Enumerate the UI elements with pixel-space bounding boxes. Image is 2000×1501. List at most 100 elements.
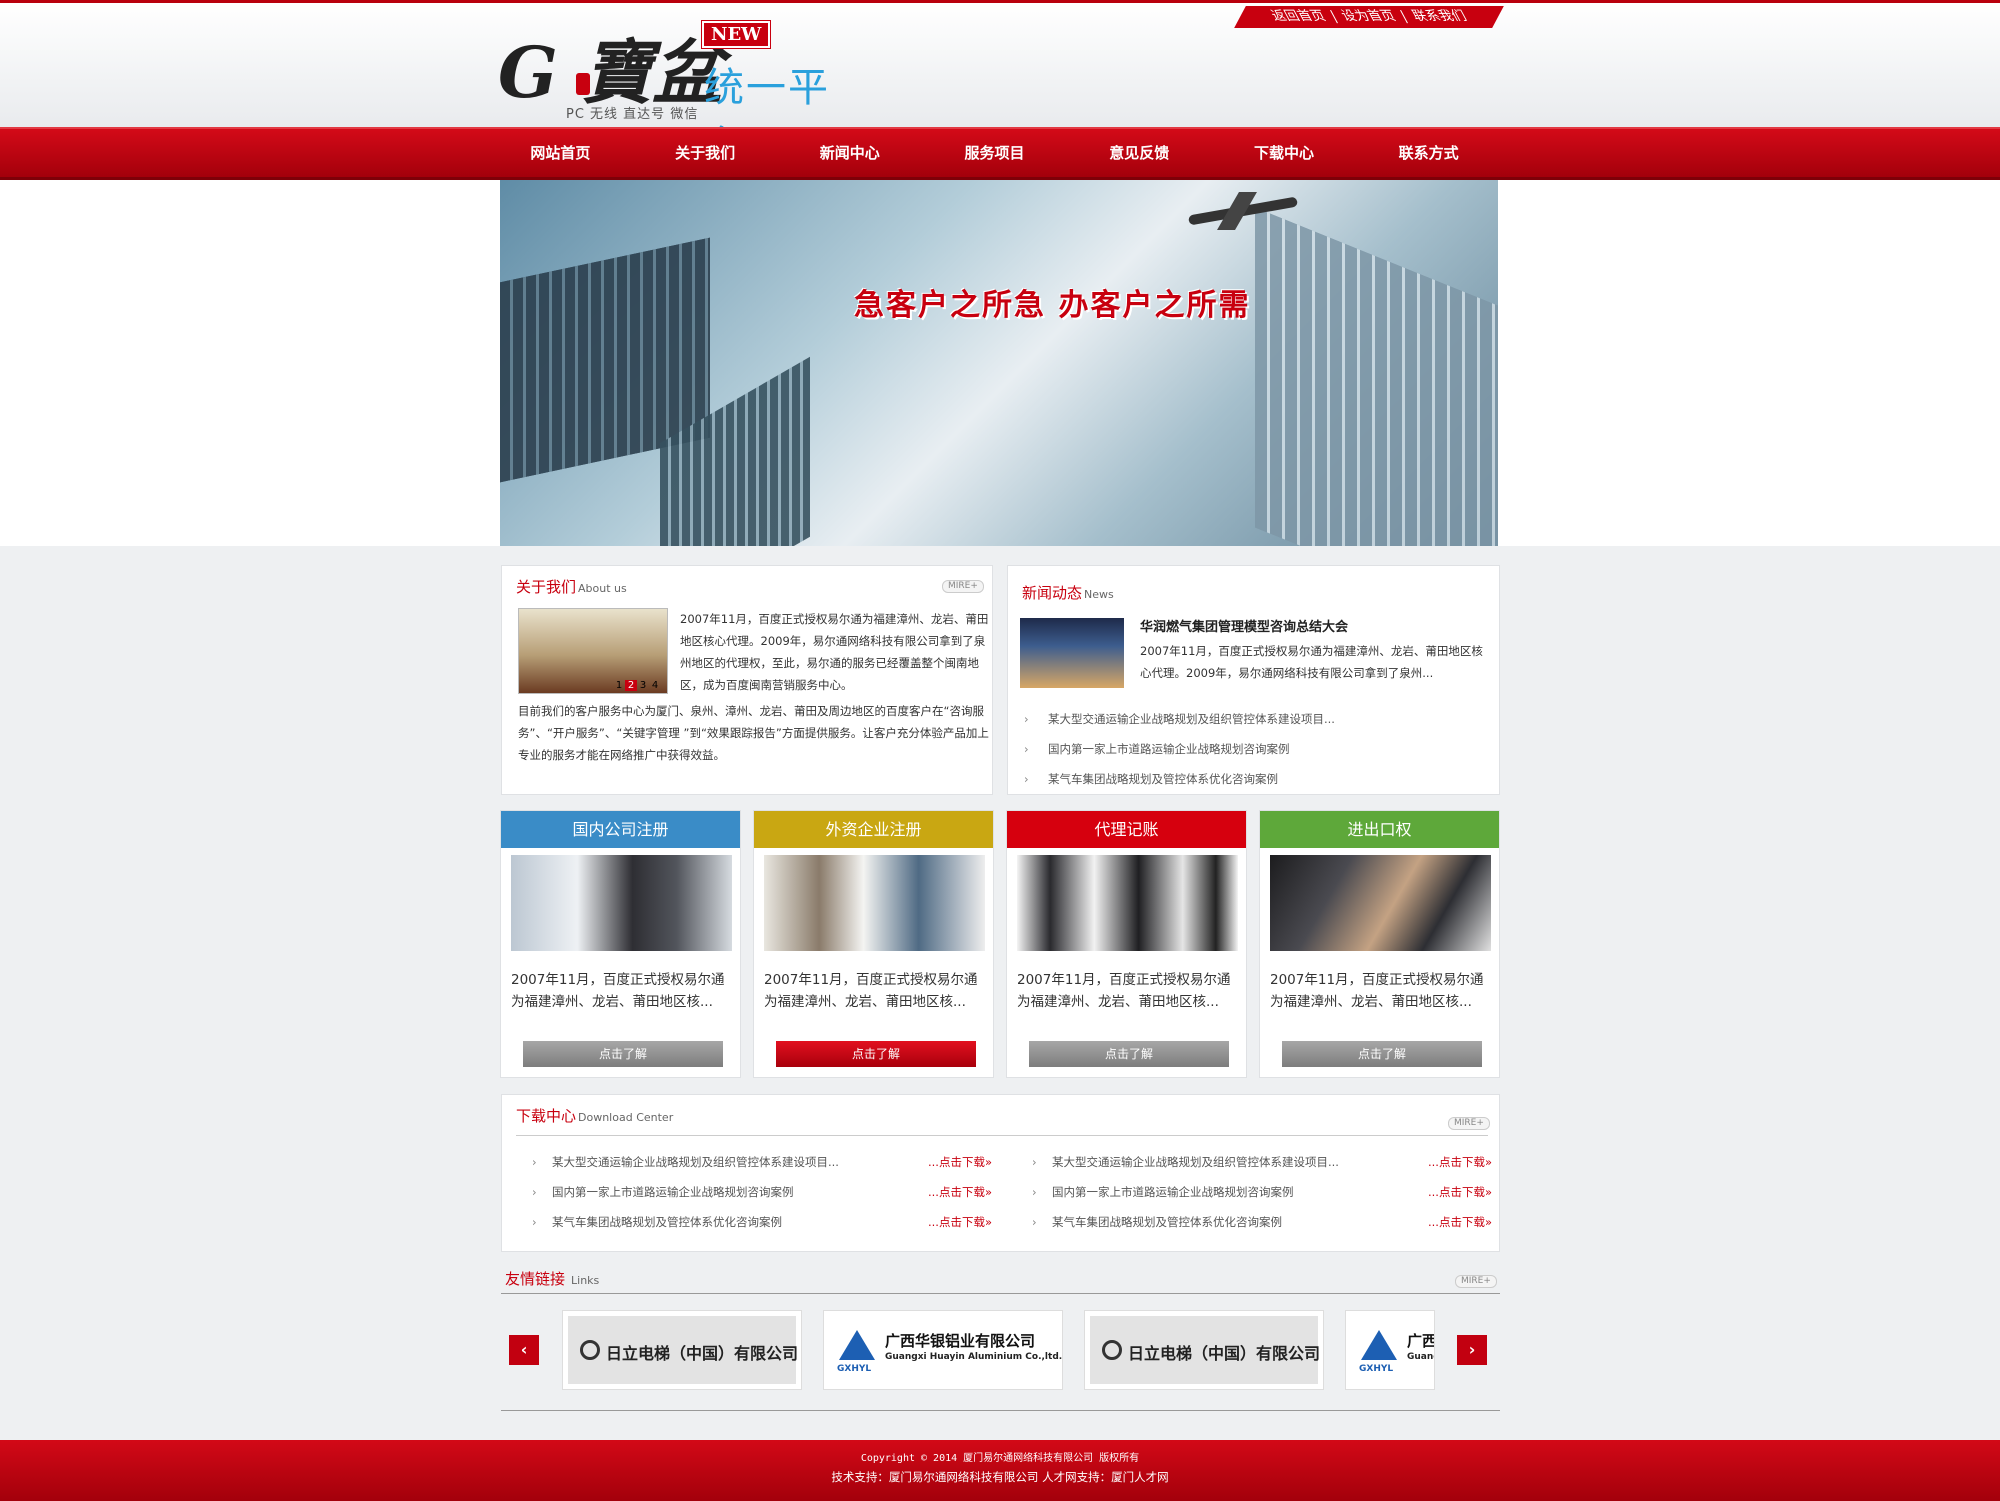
download-item[interactable]: 国内第一家上市道路运输企业战略规划咨询案例 ...点击下载» [532, 1177, 992, 1207]
download-list-right: 某大型交通运输企业战略规划及组织管控体系建设项目... ...点击下载» 国内第一… [1032, 1147, 1492, 1237]
nav-item-home[interactable]: 网站首页 [488, 129, 633, 177]
slider-page-3[interactable]: 3 [637, 680, 649, 691]
about-title-en: About us [578, 582, 627, 595]
links-more-button[interactable]: MIRE+ [1455, 1275, 1497, 1288]
main-nav: 网站首页 关于我们 新闻中心 服务项目 意见反馈 下载中心 联系方式 [0, 127, 2000, 180]
top-link-home[interactable]: 返回首页 [1267, 6, 1331, 28]
download-link[interactable]: ...点击下载» [1428, 1177, 1492, 1207]
logo-seal [576, 73, 590, 95]
news-title: 新闻动态 [1022, 584, 1083, 602]
header: 返回首页|设为首页|联系我们 G 寶盆 NEW 统一平台 PC 无线 直达号 微… [0, 0, 2000, 169]
slider-page-4[interactable]: 4 [649, 680, 661, 691]
download-item-title[interactable]: 某气车集团战略规划及管控体系优化咨询案例 [552, 1215, 782, 1229]
news-heading: 新闻动态 News [1022, 582, 1114, 603]
nav-item-services[interactable]: 服务项目 [922, 129, 1067, 177]
support-text: 技术支持：厦门易尔通网络科技有限公司 人才网支持：厦门人才网 [831, 1470, 1169, 1484]
news-title-en: News [1084, 588, 1114, 601]
logo-tagline: PC 无线 直达号 微信 [566, 107, 699, 122]
service-text: 2007年11月，百度正式授权易尔通为福建漳州、龙岩、莆田地区核... [1017, 972, 1231, 1010]
service-text: 2007年11月，百度正式授权易尔通为福建漳州、龙岩、莆田地区核... [511, 972, 725, 1010]
download-item-title[interactable]: 某大型交通运输企业战略规划及组织管控体系建设项目... [552, 1155, 839, 1169]
divider [516, 1135, 1488, 1136]
partner-logo-hitachi[interactable]: 日立电梯（中国）有限公司 [1084, 1310, 1324, 1390]
download-list-left: 某大型交通运输企业战略规划及组织管控体系建设项目... ...点击下载» 国内第一… [532, 1147, 992, 1237]
news-section: 新闻动态 News 华润燃气集团管理模型咨询总结大会 2007年11月，百度正式授… [1007, 565, 1500, 795]
download-heading: 下载中心 Download Center [516, 1105, 673, 1126]
learn-more-button[interactable]: 点击了解 [523, 1041, 723, 1067]
about-section: 关于我们 About us MIRE+ 1234 2007年11月，百度正式授权易… [501, 565, 993, 795]
news-list-item[interactable]: 国内第一家上市道路运输企业战略规划咨询案例 [1024, 734, 1484, 764]
top-link-contact[interactable]: 联系我们 [1408, 6, 1472, 28]
partner-logo-gxhyl[interactable]: GXHYL 广西华银铝业有限公司 Guangxi Huayin Aluminium … [823, 1310, 1063, 1390]
news-list-item[interactable]: 某气车集团战略规划及管控体系优化咨询案例 [1024, 764, 1484, 794]
download-item[interactable]: 某气车集团战略规划及管控体系优化咨询案例 ...点击下载» [1032, 1207, 1492, 1237]
about-heading: 关于我们 About us [516, 576, 627, 597]
download-link[interactable]: ...点击下载» [928, 1177, 992, 1207]
service-title[interactable]: 进出口权 [1260, 811, 1499, 848]
nav-item-contact[interactable]: 联系方式 [1356, 129, 1501, 177]
slider-pagination: 1234 [613, 680, 661, 691]
download-item-title[interactable]: 国内第一家上市道路运输企业战略规划咨询案例 [1052, 1185, 1294, 1199]
prev-arrow-button[interactable]: ‹ [509, 1335, 539, 1365]
partner-name: 广西 [1407, 1332, 1435, 1350]
slider-page-2[interactable]: 2 [625, 680, 637, 691]
download-link[interactable]: ...点击下载» [928, 1207, 992, 1237]
about-text-more: 目前我们的客户服务中心为厦门、泉州、漳州、龙岩、莆田及周边地区的百度客户在“咨询… [518, 704, 989, 762]
divider [501, 1293, 1500, 1294]
news-list-item[interactable]: 某大型交通运输企业战略规划及组织管控体系建设项目... [1024, 704, 1484, 734]
site-logo[interactable]: G 寶盆 NEW 统一平台 PC 无线 直达号 微信 [496, 17, 856, 169]
building-right [1255, 207, 1498, 546]
nav-item-feedback[interactable]: 意见反馈 [1067, 129, 1212, 177]
learn-more-button[interactable]: 点击了解 [776, 1041, 976, 1067]
news-headline[interactable]: 华润燃气集团管理模型咨询总结大会 [1140, 616, 1348, 635]
links-title: 友情链接 [505, 1270, 566, 1288]
download-link[interactable]: ...点击下载» [1428, 1147, 1492, 1177]
learn-more-button[interactable]: 点击了解 [1029, 1041, 1229, 1067]
about-text: 2007年11月，百度正式授权易尔通为福建漳州、龙岩、莆田地区核心代理。2009… [680, 612, 989, 692]
nav-item-about[interactable]: 关于我们 [633, 129, 778, 177]
download-more-button[interactable]: MIRE+ [1448, 1117, 1490, 1130]
download-item[interactable]: 某大型交通运输企业战略规划及组织管控体系建设项目... ...点击下载» [1032, 1147, 1492, 1177]
links-heading: 友情链接 Links [505, 1268, 599, 1289]
nav-item-news[interactable]: 新闻中心 [777, 129, 922, 177]
download-item[interactable]: 某气车集团战略规划及管控体系优化咨询案例 ...点击下载» [532, 1207, 992, 1237]
download-item-title[interactable]: 某大型交通运输企业战略规划及组织管控体系建设项目... [1052, 1155, 1339, 1169]
service-title[interactable]: 外资企业注册 [754, 811, 993, 848]
download-section: 下载中心Download Center MIRE+ 某大型交通运输企业战略规划及… [501, 1094, 1500, 1252]
download-item-title[interactable]: 国内第一家上市道路运输企业战略规划咨询案例 [552, 1185, 794, 1199]
airplane-image [1187, 190, 1308, 230]
top-link-set-home[interactable]: 设为首页 [1337, 6, 1401, 28]
partner-name: 日立电梯（中国）有限公司 [606, 1344, 799, 1363]
top-links: 返回首页|设为首页|联系我们 [1234, 6, 1504, 28]
download-link[interactable]: ...点击下载» [1428, 1207, 1492, 1237]
service-card-bookkeeping: 代理记账 2007年11月，百度正式授权易尔通为福建漳州、龙岩、莆田地区核...… [1006, 810, 1247, 1078]
hitachi-logo-icon [1102, 1340, 1122, 1360]
service-text: 2007年11月，百度正式授权易尔通为福建漳州、龙岩、莆田地区核... [1270, 972, 1484, 1010]
service-image [1017, 855, 1238, 951]
next-arrow-button[interactable]: › [1457, 1335, 1487, 1365]
partner-mark: GXHYL [837, 1364, 872, 1374]
banner: 急客户之所急 办客户之所需 [0, 180, 2000, 546]
partner-logo-hitachi[interactable]: 日立电梯（中国）有限公司 [562, 1310, 802, 1390]
banner-image: 急客户之所急 办客户之所需 [500, 180, 1498, 546]
partner-name: 日立电梯（中国）有限公司 [1128, 1344, 1321, 1363]
partner-mark: GXHYL [1359, 1364, 1394, 1374]
service-title[interactable]: 代理记账 [1007, 811, 1246, 848]
download-item-title[interactable]: 某气车集团战略规划及管控体系优化咨询案例 [1052, 1215, 1282, 1229]
nav-item-download[interactable]: 下载中心 [1212, 129, 1357, 177]
download-link[interactable]: ...点击下载» [928, 1147, 992, 1177]
partner-name: 广西华银铝业有限公司 [885, 1332, 1036, 1350]
copyright-text: Copyright © 2014 厦门易尔通网络科技有限公司 版权所有 [860, 1453, 1140, 1464]
partner-logo-gxhyl[interactable]: GXHYL 广西 Guang [1345, 1310, 1435, 1390]
service-image [764, 855, 985, 951]
news-description: 2007年11月，百度正式授权易尔通为福建漳州、龙岩、莆田地区核心代理。2009… [1140, 644, 1483, 680]
about-more-button[interactable]: MIRE+ [942, 580, 984, 593]
hitachi-logo-icon [580, 1340, 600, 1360]
links-title-en: Links [571, 1274, 600, 1287]
learn-more-button[interactable]: 点击了解 [1282, 1041, 1482, 1067]
download-item[interactable]: 某大型交通运输企业战略规划及组织管控体系建设项目... ...点击下载» [532, 1147, 992, 1177]
download-item[interactable]: 国内第一家上市道路运输企业战略规划咨询案例 ...点击下载» [1032, 1177, 1492, 1207]
news-image[interactable] [1020, 618, 1124, 688]
slider-page-1[interactable]: 1 [613, 680, 625, 691]
service-title[interactable]: 国内公司注册 [501, 811, 740, 848]
